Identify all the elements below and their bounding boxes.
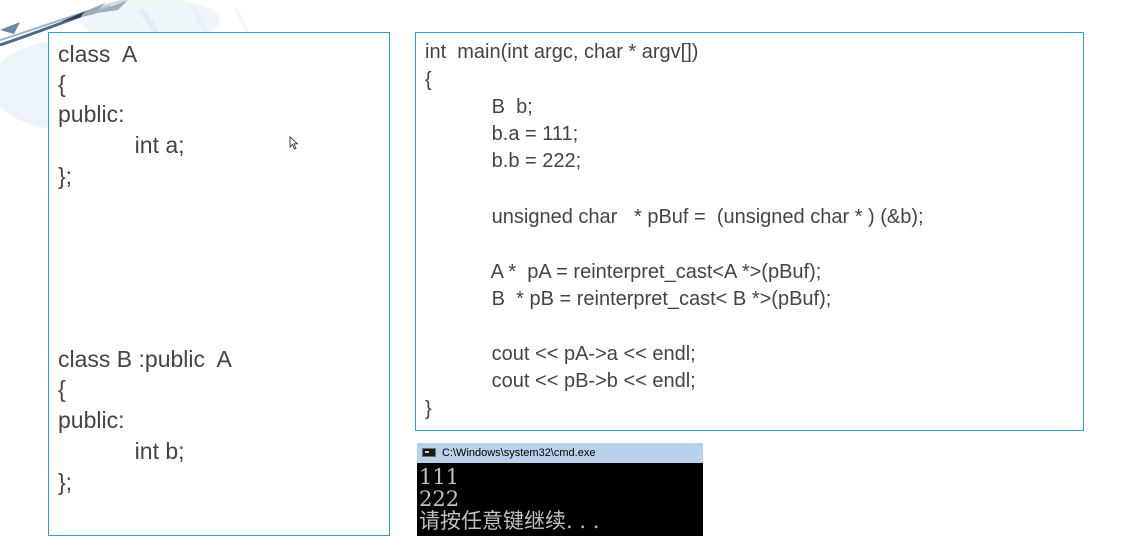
code-line: public: <box>58 407 125 433</box>
code-line: { <box>58 71 66 97</box>
console-output-line: 请按任意键继续. . . <box>419 509 600 533</box>
code-line: cout << pB->b << endl; <box>425 370 696 392</box>
code-line: B b; <box>425 96 533 118</box>
code-line: B * pB = reinterpret_cast< B *>(pBuf); <box>425 288 832 310</box>
code-line: class B :public A <box>58 346 232 372</box>
code-line: cout << pA->a << endl; <box>425 343 696 365</box>
code-line: { <box>425 69 432 91</box>
code-line: b.a = 111; <box>425 123 579 145</box>
mouse-pointer-icon <box>289 136 299 150</box>
code-line: b.b = 222; <box>425 150 582 172</box>
main-function-panel: int main(int argc, char * argv[]) { B b;… <box>415 32 1084 431</box>
code-line: int a; <box>58 132 185 158</box>
code-line: class A <box>58 41 138 67</box>
console-app-icon <box>422 448 436 457</box>
console-title: C:\Windows\system32\cmd.exe <box>442 447 596 459</box>
console-output-line: 111 <box>419 465 460 489</box>
code-line: { <box>58 376 66 402</box>
console-window[interactable]: C:\Windows\system32\cmd.exe 111 222 请按任意… <box>417 443 703 536</box>
code-line: }; <box>58 163 73 189</box>
console-output-line: 222 <box>419 487 460 511</box>
class-definitions-panel: class A { public: int a; }; class B :pub… <box>48 32 390 536</box>
code-line: public: <box>58 101 125 127</box>
code-line: }; <box>58 469 73 495</box>
console-titlebar[interactable]: C:\Windows\system32\cmd.exe <box>417 443 703 463</box>
code-line: } <box>425 398 432 420</box>
code-line: int main(int argc, char * argv[]) <box>425 41 699 63</box>
code-line: A * pA = reinterpret_cast<A *>(pBuf); <box>425 261 822 283</box>
code-line: int b; <box>58 438 185 464</box>
code-line: unsigned char * pBuf = (unsigned char * … <box>425 206 924 228</box>
